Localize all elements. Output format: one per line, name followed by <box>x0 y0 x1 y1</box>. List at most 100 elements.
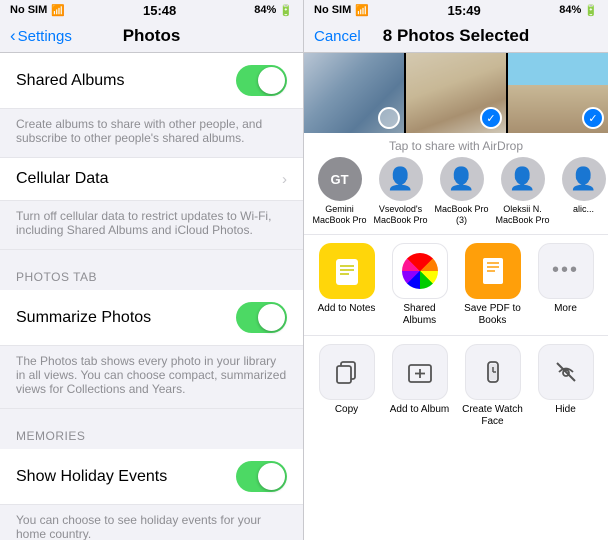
holiday-events-row: Show Holiday Events <box>0 449 303 505</box>
photo-thumbnails-row: ✓ ✓ <box>304 53 608 133</box>
airdrop-name-vsevolod: Vsevolod'sMacBook Pro <box>373 204 427 226</box>
airdrop-avatar-macbook3: 👤 <box>440 157 484 201</box>
copy-label: Copy <box>335 404 358 416</box>
airdrop-contact-gemini[interactable]: GT GeminiMacBook Pro <box>312 157 367 226</box>
hide-icon <box>538 344 594 400</box>
hide-label: Hide <box>555 404 576 416</box>
settings-panel: No SIM 📶 15:48 84% 🔋 ‹ Settings Photos S… <box>0 0 304 540</box>
right-nav-bar: Cancel 8 Photos Selected <box>304 20 608 53</box>
right-battery-label: 84% <box>559 4 581 16</box>
photos-tab-section: Summarize Photos <box>0 290 303 346</box>
airdrop-avatar-alic: 👤 <box>562 157 606 201</box>
chevron-right-icon: › <box>282 171 287 188</box>
battery-icon: 🔋 <box>279 4 293 17</box>
airdrop-contact-vsevolod[interactable]: 👤 Vsevolod'sMacBook Pro <box>373 157 428 226</box>
hide-action[interactable]: Hide <box>535 344 597 428</box>
holiday-events-description: You can choose to see holiday events for… <box>0 505 303 540</box>
summarize-photos-row: Summarize Photos <box>0 290 303 346</box>
photo-thumb-1[interactable] <box>304 53 404 133</box>
status-left: No SIM 📶 <box>10 4 65 17</box>
airdrop-contact-oleksii[interactable]: 👤 Oleksii N.MacBook Pro <box>495 157 550 226</box>
save-pdf-icon <box>465 243 521 299</box>
airdrop-avatar-oleksii: 👤 <box>501 157 545 201</box>
right-status-bar: No SIM 📶 15:49 84% 🔋 <box>304 0 608 20</box>
photo-thumb-2[interactable]: ✓ <box>406 53 506 133</box>
cellular-data-section: Cellular Data › <box>0 158 303 201</box>
copy-icon <box>319 344 375 400</box>
settings-list: Shared Albums <box>0 53 303 109</box>
more-icon: ••• <box>538 243 594 299</box>
share-actions-row-2: Copy Add to Album Create Watch Face Hide <box>304 335 608 436</box>
add-notes-icon <box>319 243 375 299</box>
add-to-notes-action[interactable]: Add to Notes <box>316 243 378 327</box>
shared-albums-action-label: Shared Albums <box>389 303 451 327</box>
memories-header: MEMORIES <box>0 409 303 449</box>
add-to-album-action[interactable]: Add to Album <box>389 344 451 428</box>
photos-wheel-icon <box>402 253 438 289</box>
copy-action[interactable]: Copy <box>316 344 378 428</box>
save-pdf-action[interactable]: Save PDF to Books <box>462 243 524 327</box>
right-nav-title: 8 Photos Selected <box>383 26 529 46</box>
photo-check-3: ✓ <box>582 107 604 129</box>
photo-check-2: ✓ <box>480 107 502 129</box>
back-label: Settings <box>18 28 72 45</box>
shared-albums-description: Create albums to share with other people… <box>0 109 303 158</box>
right-status-left: No SIM 📶 <box>314 4 369 17</box>
toggle-knob <box>258 67 285 94</box>
shared-albums-toggle[interactable] <box>236 65 287 96</box>
battery-label: 84% <box>254 4 276 16</box>
add-album-icon <box>392 344 448 400</box>
holiday-events-toggle[interactable] <box>236 461 287 492</box>
chevron-left-icon: ‹ <box>10 26 16 46</box>
right-wifi-icon: 📶 <box>355 4 369 17</box>
photos-tab-header: PHOTOS TAB <box>0 250 303 290</box>
wifi-icon: 📶 <box>51 4 65 17</box>
summarize-photos-toggle[interactable] <box>236 302 287 333</box>
airdrop-name-oleksii: Oleksii N.MacBook Pro <box>495 204 549 226</box>
airdrop-avatar-vsevolod: 👤 <box>379 157 423 201</box>
memories-section: Show Holiday Events <box>0 449 303 505</box>
shared-albums-action[interactable]: Shared Albums <box>389 243 451 327</box>
airdrop-name-macbook3: MacBook Pro(3) <box>434 204 488 226</box>
airdrop-name-alic: alic... <box>573 204 594 215</box>
right-status-right: 84% 🔋 <box>559 4 598 17</box>
right-time: 15:49 <box>448 3 481 18</box>
airdrop-contact-alic[interactable]: 👤 alic... <box>556 157 608 226</box>
shared-albums-icon <box>392 243 448 299</box>
status-right: 84% 🔋 <box>254 4 293 17</box>
summarize-photos-label: Summarize Photos <box>16 309 151 327</box>
page-title: Photos <box>123 26 181 46</box>
save-pdf-label: Save PDF to Books <box>462 303 524 327</box>
shared-albums-row: Shared Albums <box>0 53 303 109</box>
back-button[interactable]: ‹ Settings <box>10 26 72 46</box>
cellular-data-row[interactable]: Cellular Data › <box>0 158 303 201</box>
airdrop-contacts-row: GT GeminiMacBook Pro 👤 Vsevolod'sMacBook… <box>304 157 608 234</box>
share-actions-row-1: Add to Notes Shared Albums Save PDF to B… <box>304 234 608 335</box>
carrier-label: No SIM <box>10 4 47 16</box>
airdrop-label: Tap to share with AirDrop <box>304 133 608 157</box>
toggle-knob-2 <box>258 304 285 331</box>
left-status-bar: No SIM 📶 15:48 84% 🔋 <box>0 0 303 20</box>
watch-face-action[interactable]: Create Watch Face <box>462 344 524 428</box>
toggle-knob-3 <box>258 463 285 490</box>
airdrop-contact-macbook3[interactable]: 👤 MacBook Pro(3) <box>434 157 489 226</box>
airdrop-avatar-gemini: GT <box>318 157 362 201</box>
cellular-data-label: Cellular Data <box>16 170 108 188</box>
more-label: More <box>554 303 577 315</box>
add-notes-label: Add to Notes <box>318 303 376 315</box>
add-album-label: Add to Album <box>390 404 449 416</box>
more-action[interactable]: ••• More <box>535 243 597 327</box>
airdrop-name-gemini: GeminiMacBook Pro <box>312 204 366 226</box>
right-battery-icon: 🔋 <box>584 4 598 17</box>
watch-face-label: Create Watch Face <box>462 404 524 428</box>
shared-albums-label: Shared Albums <box>16 72 125 90</box>
left-time: 15:48 <box>143 3 176 18</box>
right-carrier-label: No SIM <box>314 4 351 16</box>
left-nav-bar: ‹ Settings Photos <box>0 20 303 53</box>
watch-face-icon <box>465 344 521 400</box>
cancel-button[interactable]: Cancel <box>314 28 361 45</box>
share-sheet-panel: No SIM 📶 15:49 84% 🔋 Cancel 8 Photos Sel… <box>304 0 608 540</box>
summarize-photos-description: The Photos tab shows every photo in your… <box>0 346 303 409</box>
photo-thumb-3[interactable]: ✓ <box>508 53 608 133</box>
holiday-events-label: Show Holiday Events <box>16 468 167 486</box>
